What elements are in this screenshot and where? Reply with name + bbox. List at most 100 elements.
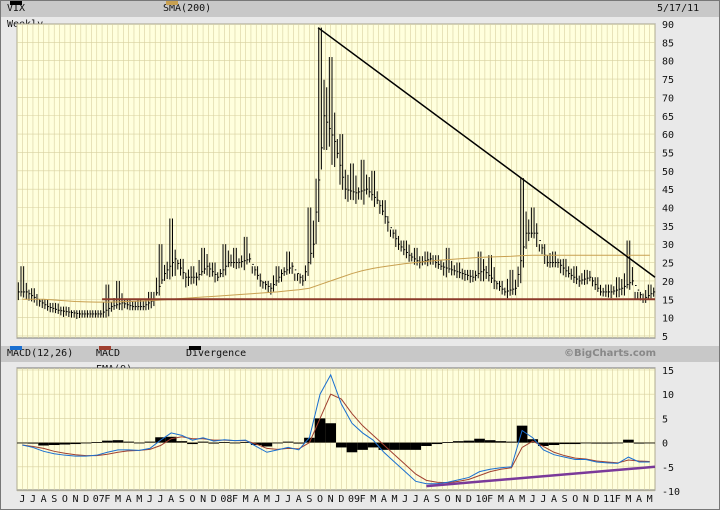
divergence-bar: [261, 442, 273, 447]
x-tick: J: [30, 494, 36, 505]
divergence-bar: [623, 439, 634, 443]
divergence-bar: [293, 442, 305, 444]
macd-y-tick: 15: [662, 366, 674, 377]
divergence-bar: [548, 442, 560, 446]
x-tick: S: [179, 494, 185, 505]
divergence-bar: [80, 442, 92, 444]
divergence-bar: [442, 442, 453, 443]
divergence-bar: [17, 442, 28, 444]
divergence-bar: [91, 442, 103, 443]
divergence-bar: [123, 441, 134, 443]
macd-y-tick: -5: [662, 463, 674, 474]
x-tick: J: [413, 494, 419, 505]
x-tick: J: [402, 494, 408, 505]
divergence-bar: [208, 442, 220, 444]
divergence-bar: [357, 442, 368, 450]
price-y-tick: 50: [662, 167, 674, 178]
divergence-bar: [506, 441, 517, 443]
x-tick: J: [530, 494, 536, 505]
x-tick: D: [338, 494, 344, 505]
price-y-tick: 85: [662, 38, 674, 49]
divergence-bar: [187, 442, 198, 445]
x-tick: A: [636, 494, 642, 505]
divergence-bar: [612, 442, 624, 444]
x-tick: D: [594, 494, 600, 505]
divergence-bar: [38, 442, 49, 446]
macd-y-tick: 5: [662, 414, 668, 425]
x-tick: O: [62, 494, 68, 505]
x-tick: 10: [476, 494, 488, 505]
x-tick: S: [51, 494, 57, 505]
price-y-tick: 70: [662, 93, 674, 104]
divergence-bar: [580, 442, 592, 444]
divergence-bar: [399, 442, 411, 450]
price-y-tick: 80: [662, 57, 674, 68]
price-y-tick: 35: [662, 222, 674, 233]
x-tick: D: [466, 494, 472, 505]
x-tick: A: [126, 494, 132, 505]
x-tick: S: [434, 494, 440, 505]
divergence-bar: [516, 425, 528, 443]
x-tick: M: [498, 494, 504, 505]
divergence-bar: [421, 442, 432, 446]
divergence-bar: [644, 442, 655, 444]
x-tick: M: [391, 494, 397, 505]
x-tick: J: [147, 494, 153, 505]
macd-y-tick: 10: [662, 390, 674, 401]
divergence-bar: [452, 441, 464, 443]
divergence-bar: [569, 442, 581, 445]
x-tick: J: [158, 494, 164, 505]
macd-y-tick: 0: [662, 439, 668, 450]
x-tick: F: [615, 494, 621, 505]
x-tick: O: [445, 494, 451, 505]
x-tick: M: [264, 494, 270, 505]
x-tick: D: [211, 494, 217, 505]
x-tick: O: [572, 494, 578, 505]
macd-y-tick: -10: [662, 487, 680, 498]
divergence-bar: [59, 442, 71, 445]
divergence-bar: [70, 442, 81, 445]
divergence-bar: [48, 442, 60, 446]
price-y-tick: 75: [662, 75, 674, 86]
x-tick: 08: [220, 494, 232, 505]
x-tick: M: [243, 494, 249, 505]
x-tick: F: [104, 494, 110, 505]
x-tick: A: [168, 494, 174, 505]
divergence-bar: [27, 442, 39, 444]
x-tick: S: [306, 494, 312, 505]
divergence-bar: [474, 438, 485, 443]
divergence-bar: [410, 442, 422, 450]
price-y-tick: 60: [662, 130, 674, 141]
x-tick: F: [487, 494, 493, 505]
divergence-bar: [484, 440, 496, 443]
x-tick: N: [455, 494, 461, 505]
divergence-bar: [495, 441, 507, 443]
price-y-tick: 55: [662, 148, 674, 159]
x-tick: A: [508, 494, 514, 505]
x-tick: M: [370, 494, 376, 505]
divergence-bar: [601, 442, 613, 444]
divergence-bar: [591, 442, 602, 444]
x-tick: J: [540, 494, 546, 505]
divergence-bar: [272, 442, 283, 444]
divergence-bar: [389, 442, 400, 450]
x-tick: A: [253, 494, 259, 505]
price-y-tick: 30: [662, 240, 674, 251]
divergence-bar: [325, 423, 336, 443]
price-y-tick: 25: [662, 259, 674, 270]
x-tick: A: [551, 494, 557, 505]
price-y-tick: 45: [662, 185, 674, 196]
x-tick: A: [381, 494, 387, 505]
x-tick: 07: [93, 494, 105, 505]
divergence-bar: [112, 440, 124, 443]
divergence-bar: [633, 442, 645, 444]
divergence-bar: [102, 440, 113, 443]
divergence-bar: [229, 442, 241, 444]
x-tick: A: [296, 494, 302, 505]
price-y-tick: 10: [662, 314, 674, 325]
divergence-bar: [314, 418, 326, 443]
x-tick: O: [189, 494, 195, 505]
x-tick: 11: [603, 494, 615, 505]
x-tick: A: [41, 494, 47, 505]
x-tick: O: [317, 494, 323, 505]
